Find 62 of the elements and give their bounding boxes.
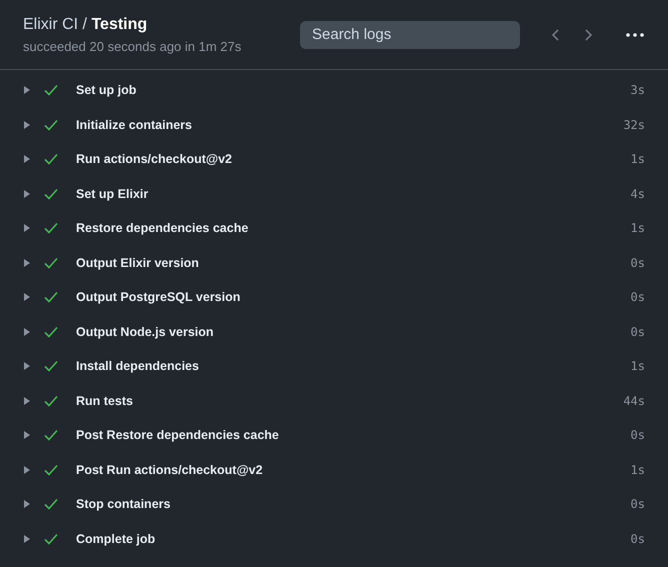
step-name[interactable]: Set up job (76, 83, 631, 98)
job-title: Elixir CI / Testing (23, 16, 148, 34)
step-duration: 0s (630, 497, 645, 512)
step-name[interactable]: Output Elixir version (76, 256, 631, 270)
step-name[interactable]: Run actions/checkout@v2 (76, 152, 631, 166)
step-duration: 0s (630, 290, 645, 304)
step-duration: 44s (623, 394, 645, 408)
step-duration: 0s (630, 428, 645, 442)
step-name[interactable]: Run tests (76, 394, 624, 408)
step-duration: 1s (630, 359, 645, 374)
check-icon (44, 118, 58, 131)
search-field[interactable]: Search logs (300, 20, 520, 48)
check-icon (44, 532, 58, 545)
step-duration: 1s (630, 221, 645, 236)
step-duration: 0s (630, 324, 645, 339)
caret-icon[interactable] (24, 328, 30, 336)
step-duration: 4s (630, 186, 645, 201)
more-icon[interactable] (626, 32, 644, 36)
caret-icon[interactable] (24, 293, 30, 302)
step-name[interactable]: Complete job (76, 532, 631, 546)
caret-icon[interactable] (24, 258, 30, 267)
step-duration: 1s (630, 462, 645, 477)
check-icon (44, 256, 58, 269)
check-icon (44, 153, 58, 166)
step-duration: 1s (630, 152, 645, 166)
check-icon (44, 291, 58, 304)
check-icon (44, 188, 58, 200)
step-duration: 0s (630, 256, 645, 270)
caret-icon[interactable] (24, 534, 30, 543)
check-icon (44, 222, 58, 234)
caret-icon[interactable] (24, 86, 30, 94)
caret-icon[interactable] (24, 120, 30, 129)
previous-icon[interactable] (551, 28, 561, 42)
step-name[interactable]: Post Run actions/checkout@v2 (76, 462, 631, 477)
step-name[interactable]: Set up Elixir (76, 186, 631, 201)
caret-icon[interactable] (24, 431, 30, 440)
caret-icon[interactable] (24, 224, 30, 232)
step-name[interactable]: Post Restore dependencies cache (76, 428, 631, 442)
caret-icon[interactable] (24, 466, 30, 474)
caret-icon[interactable] (24, 362, 30, 370)
step-name[interactable]: Install dependencies (76, 359, 631, 374)
step-name[interactable]: Initialize containers (76, 118, 624, 132)
step-name[interactable]: Output PostgreSQL version (76, 290, 631, 304)
caret-icon[interactable] (24, 190, 30, 198)
check-icon (44, 498, 58, 510)
step-name[interactable]: Output Node.js version (76, 324, 631, 339)
step-name[interactable]: Restore dependencies cache (76, 221, 631, 236)
next-icon[interactable] (583, 28, 593, 42)
check-icon (44, 84, 58, 96)
step-duration: 0s (630, 532, 645, 546)
caret-icon[interactable] (24, 396, 30, 405)
check-icon (44, 464, 58, 476)
step-name[interactable]: Stop containers (76, 497, 631, 512)
step-duration: 3s (630, 83, 645, 98)
job-status-text: succeeded 20 seconds ago in 1m 27s (23, 38, 242, 54)
check-icon (44, 394, 58, 407)
caret-icon[interactable] (24, 155, 30, 164)
step-duration: 32s (623, 118, 645, 132)
check-icon (44, 360, 58, 372)
caret-icon[interactable] (24, 500, 30, 508)
check-icon (44, 429, 58, 442)
check-icon (44, 326, 58, 338)
